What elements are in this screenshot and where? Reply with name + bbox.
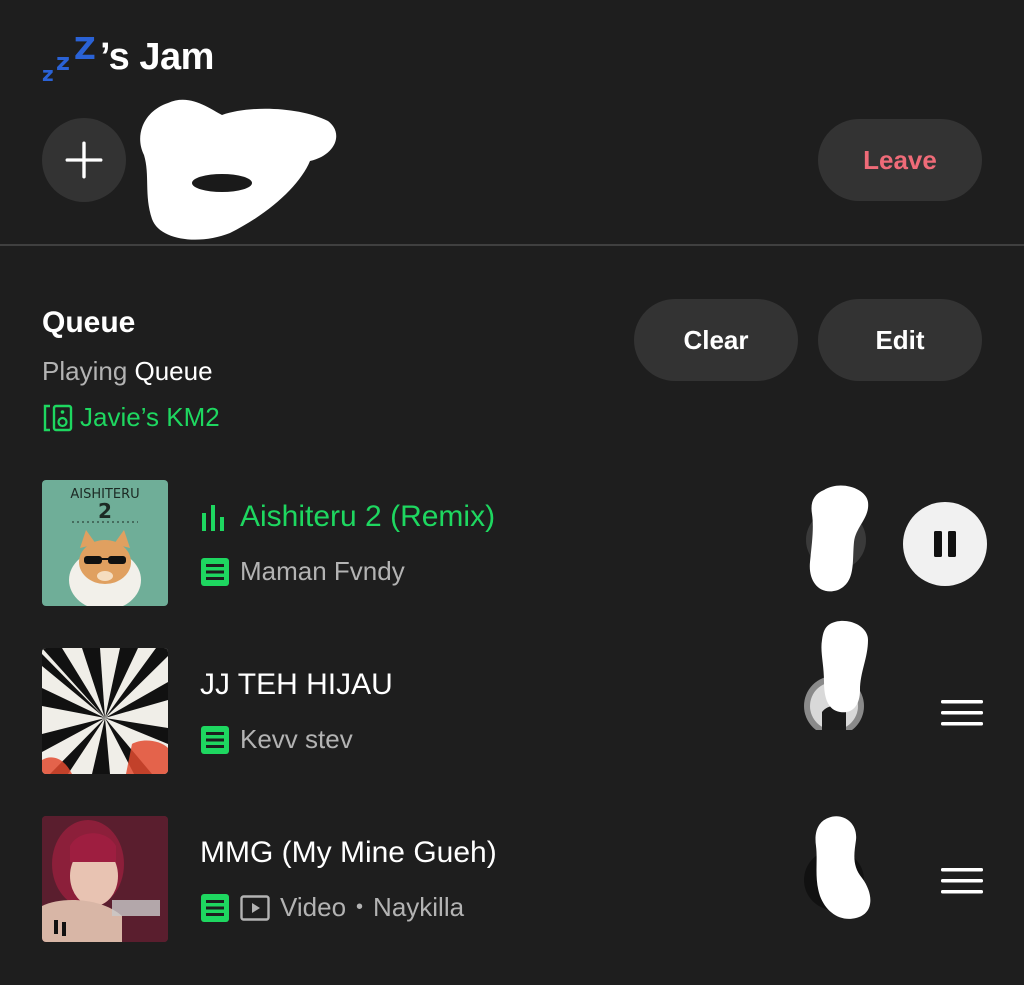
track-title: JJ TEH HIJAU	[200, 668, 393, 701]
pause-icon	[934, 531, 956, 557]
track-type: Video	[280, 892, 347, 922]
video-icon	[240, 894, 270, 921]
track-artist: Naykilla	[373, 892, 465, 922]
track-artist: Kevv stev	[240, 724, 353, 754]
lyrics-icon	[201, 557, 229, 586]
device-name: Javie’s KM2	[80, 402, 220, 432]
queue-row[interactable]: MMG (My Mine Gueh) Video • Naykilla	[0, 816, 1024, 946]
album-art	[42, 648, 168, 774]
queue-subtitle: Playing Queue	[42, 356, 213, 386]
zzz-sleep-icon: z z Z	[42, 32, 96, 86]
edit-queue-button[interactable]: Edit	[818, 299, 982, 381]
lyrics-icon	[201, 893, 229, 922]
album-art-number: 2	[98, 499, 112, 523]
jam-title-text: ’s Jam	[100, 36, 214, 78]
jam-title: z z Z ’s Jam	[42, 28, 214, 86]
separator-dot: •	[356, 896, 364, 918]
track-title: MMG (My Mine Gueh)	[200, 836, 497, 869]
playback-device[interactable]: Javie’s KM2	[42, 402, 220, 433]
lyrics-icon	[201, 725, 229, 754]
plus-icon	[65, 141, 103, 179]
speaker-device-icon	[43, 404, 73, 431]
participant-avatars-redacted	[140, 99, 337, 240]
album-art: AISHITERU 2	[42, 480, 168, 606]
drag-handle-icon[interactable]	[941, 698, 983, 728]
drag-handle-icon[interactable]	[941, 866, 983, 896]
leave-button[interactable]: Leave	[818, 119, 982, 201]
track-artist: Maman Fvndy	[240, 556, 405, 586]
queue-title: Queue	[42, 306, 136, 339]
queue-row[interactable]: JJ TEH HIJAU Kevv stev	[0, 620, 1024, 778]
queue-row[interactable]: AISHITERU 2 Aishiteru 2 (Remix) Maman Fv…	[0, 480, 1024, 610]
header-divider	[0, 244, 1024, 246]
added-by-avatar-redacted	[806, 485, 869, 592]
track-meta: Kevv stev	[200, 724, 353, 755]
track-title: Aishiteru 2 (Remix)	[200, 500, 495, 534]
track-meta: Video • Naykilla	[200, 892, 464, 923]
pause-button[interactable]	[903, 502, 987, 586]
add-participant-button[interactable]	[42, 118, 126, 202]
album-art	[42, 816, 168, 942]
added-by-avatar-redacted	[804, 620, 868, 730]
now-playing-bars-icon	[202, 505, 224, 531]
added-by-avatar-redacted	[804, 816, 871, 919]
clear-queue-button[interactable]: Clear	[634, 299, 798, 381]
track-meta: Maman Fvndy	[200, 556, 405, 587]
